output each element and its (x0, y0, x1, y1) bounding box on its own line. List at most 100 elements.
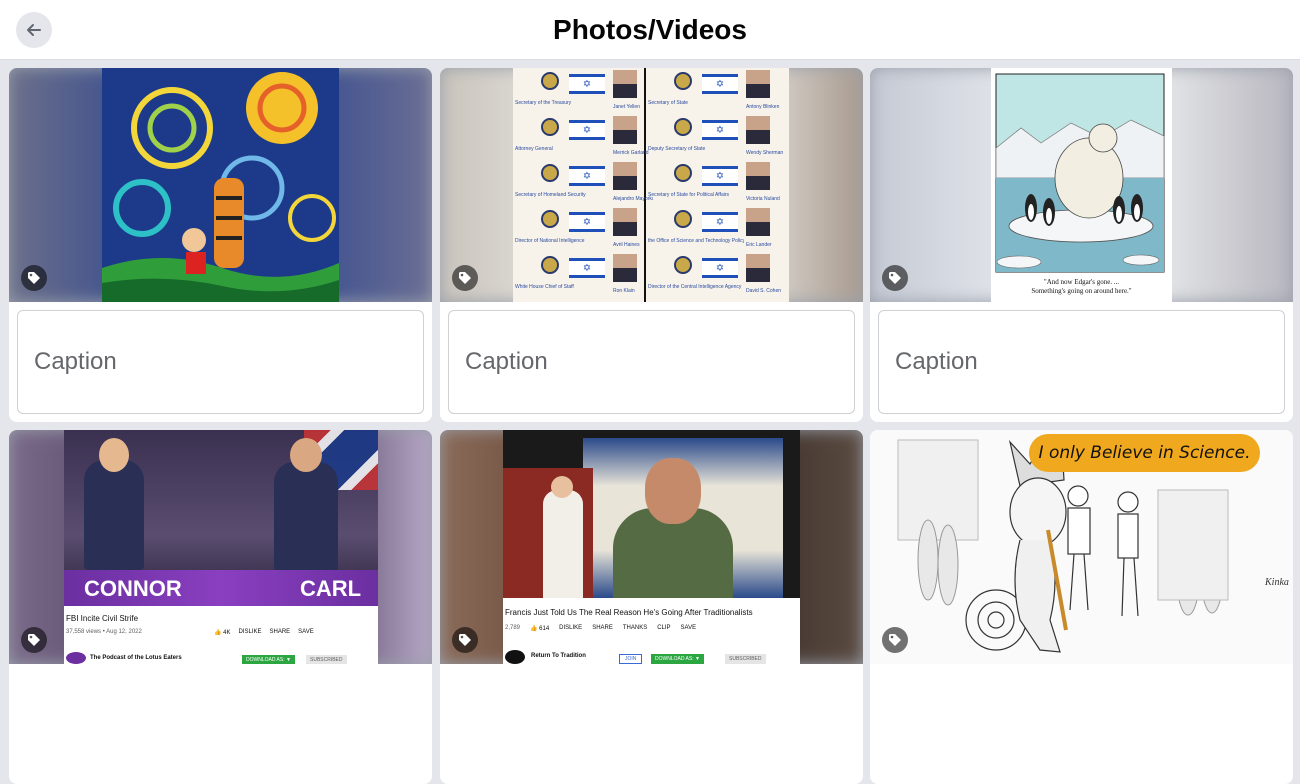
tag-icon (889, 272, 901, 284)
photo-media[interactable] (9, 68, 432, 302)
agency-seal-icon (674, 210, 692, 228)
tag-icon (28, 634, 40, 646)
header-bar: Photos/Videos (0, 0, 1300, 60)
photo-card: "And now Edgar's gone. ... Something's g… (870, 68, 1293, 422)
download-button[interactable]: DOWNLOAD AS: ▼ (242, 655, 295, 664)
official-entry: ✡ Secretary of the Treasury Janet Yellen (513, 68, 656, 114)
tag-button[interactable] (882, 265, 908, 291)
official-portrait (613, 116, 637, 144)
share-button[interactable]: SHARE (592, 625, 613, 632)
tag-button[interactable] (21, 627, 47, 653)
israel-flag-icon: ✡ (702, 258, 738, 278)
channel-name: The Podcast of the Lotus Eaters (90, 655, 182, 661)
agency-seal-icon (541, 256, 559, 274)
official-department: Attorney General (515, 146, 553, 152)
agency-seal-icon (541, 210, 559, 228)
tag-icon (889, 634, 901, 646)
like-count[interactable]: 👍 4K (214, 629, 230, 636)
official-portrait (613, 254, 637, 282)
video-title: Francis Just Told Us The Real Reason He'… (505, 608, 753, 617)
israel-flag-icon: ✡ (702, 166, 738, 186)
official-department: Secretary of State (648, 100, 689, 106)
official-entry: ✡ Secretary of Homeland Security Alejandro… (513, 160, 656, 206)
photo-media[interactable]: "And now Edgar's gone. ... Something's g… (870, 68, 1293, 302)
official-name: Victoria Nuland (746, 196, 780, 202)
official-entry: ✡ Attorney General Merrick Garland (513, 114, 656, 160)
agency-seal-icon (674, 256, 692, 274)
official-entry: ✡ White House Chief of Staff Ron Klain (513, 252, 656, 298)
caption-input[interactable] (17, 310, 424, 414)
caption-input[interactable] (448, 310, 855, 414)
official-department: the Office of Science and Technology Pol… (648, 238, 744, 244)
join-button[interactable]: JOIN (619, 654, 643, 664)
share-button[interactable]: SHARE (270, 629, 291, 636)
israel-flag-icon: ✡ (702, 120, 738, 140)
photo-media[interactable]: CONNOR CARL FBI Incite Civil Strife 37,5… (9, 430, 432, 664)
israel-flag-icon: ✡ (569, 212, 605, 232)
official-entry: ✡ Director of National Intelligence Avril … (513, 206, 656, 252)
thanks-button[interactable]: THANKS (623, 625, 647, 632)
official-portrait (746, 70, 770, 98)
tag-button[interactable] (21, 265, 47, 291)
official-portrait (613, 70, 637, 98)
cartoon-caption-line-2: Something's going on around here." (1031, 287, 1132, 295)
israel-flag-icon: ✡ (569, 120, 605, 140)
subscribed-button[interactable]: SUBSCRIBED (725, 654, 766, 664)
official-entry: ✡ Secretary of State Antony Blinken (646, 68, 789, 114)
subscribed-button[interactable]: SUBSCRIBED (306, 655, 347, 664)
video-views: 2,789 (505, 625, 521, 631)
polar-bear-cartoon-image: "And now Edgar's gone. ... Something's g… (991, 68, 1172, 302)
download-button[interactable]: DOWNLOAD AS: ▼ (651, 654, 704, 664)
tag-icon (459, 634, 471, 646)
agency-seal-icon (674, 164, 692, 182)
official-entry: ✡ Director of the Central Intelligence Ag… (646, 252, 789, 298)
video-views: 37,558 views • Aug 12, 2022 (66, 629, 142, 635)
photo-media[interactable]: ✡ Secretary of the Treasury Janet Yellen ✡ S… (440, 68, 863, 302)
official-name: Eric Lander (746, 242, 772, 248)
host-name-left: CONNOR (84, 576, 182, 601)
agency-seal-icon (541, 72, 559, 90)
official-name: Wendy Sherman (746, 150, 784, 156)
official-portrait (746, 162, 770, 190)
save-button[interactable]: SAVE (298, 629, 314, 636)
official-name: David S. Cohen (746, 288, 782, 294)
like-count[interactable]: 👍 614 (530, 625, 549, 632)
israel-flag-icon: ✡ (569, 258, 605, 278)
official-entry: ✡ Deputy Secretary of State Wendy Sherman (646, 114, 789, 160)
host-name-right: CARL (300, 576, 362, 601)
photo-card: ✡ Secretary of the Treasury Janet Yellen ✡ S… (440, 68, 863, 422)
dislike-button[interactable]: DISLIKE (238, 629, 261, 636)
speech-bubble: I only Believe in Science. (1029, 434, 1260, 472)
speech-text: I only Believe in Science. (1038, 443, 1251, 463)
tag-button[interactable] (452, 265, 478, 291)
official-department: Deputy Secretary of State (648, 146, 706, 152)
official-department: Director of National Intelligence (515, 238, 585, 244)
agency-seal-icon (674, 72, 692, 90)
starry-night-calvin-image (102, 68, 339, 302)
israel-flag-icon: ✡ (702, 74, 738, 94)
photo-card: Francis Just Told Us The Real Reason He'… (440, 430, 863, 784)
caption-input[interactable] (878, 310, 1285, 414)
chameleon-cartoon-image: Kinka I only Believe in Science. (870, 430, 1293, 664)
official-department: Secretary of the Treasury (515, 100, 572, 106)
dislike-button[interactable]: DISLIKE (559, 625, 582, 632)
official-department: Secretary of Homeland Security (515, 192, 586, 198)
tag-icon (28, 272, 40, 284)
official-portrait (746, 116, 770, 144)
photo-media[interactable]: Kinka I only Believe in Science. (870, 430, 1293, 664)
official-department: Secretary of State for Political Affairs (648, 192, 730, 198)
channel-name: Return To Tradition (531, 653, 586, 659)
agency-seal-icon (674, 118, 692, 136)
tag-button[interactable] (452, 627, 478, 653)
tag-button[interactable] (882, 627, 908, 653)
svg-text:Kinka: Kinka (1264, 577, 1289, 588)
save-button[interactable]: SAVE (681, 625, 697, 632)
official-department: Director of the Central Intelligence Age… (648, 284, 742, 290)
official-entry: ✡ Secretary of State for Political Affair… (646, 160, 789, 206)
podcast-screenshot-image: CONNOR CARL FBI Incite Civil Strife 37,5… (64, 430, 378, 664)
official-portrait (613, 208, 637, 236)
photo-media[interactable]: Francis Just Told Us The Real Reason He'… (440, 430, 863, 664)
photo-card: Kinka I only Believe in Science. (870, 430, 1293, 784)
cartoon-caption-line-1: "And now Edgar's gone. ... (1043, 278, 1120, 286)
clip-button[interactable]: CLIP (657, 625, 670, 632)
